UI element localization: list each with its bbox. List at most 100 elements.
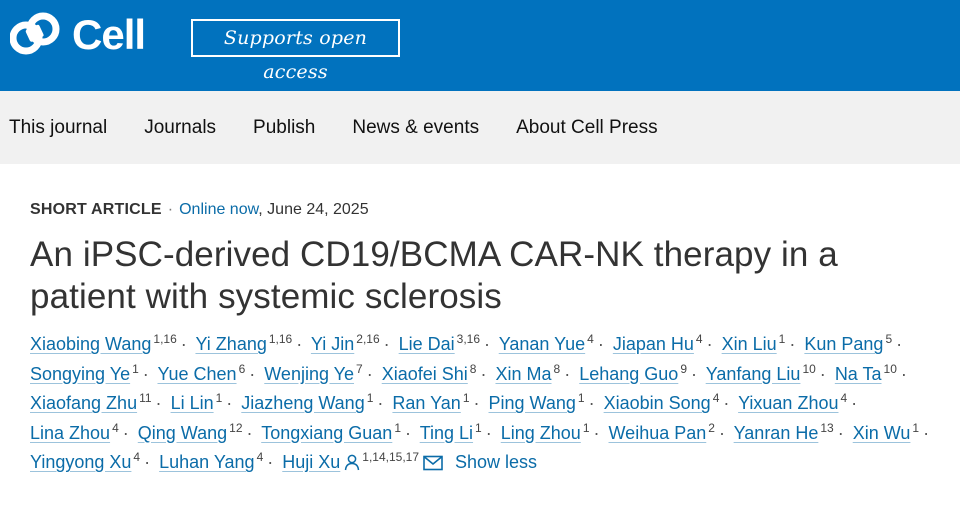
author-name-link[interactable]: Xiaofang Zhu [30, 393, 137, 413]
main-nav: This journal Journals Publish News & eve… [0, 91, 960, 164]
author-item: Xin Wu 1 [853, 420, 920, 443]
author-item: Xin Ma 8 [495, 363, 560, 384]
author-separator: · [819, 363, 826, 384]
affiliation-number: 1 [462, 391, 470, 405]
affiliation-number: 10 [883, 361, 897, 376]
author-item: Yue Chen 6 [157, 361, 246, 384]
author-item: Yanfang Liu 10 [706, 363, 816, 384]
author-item: Kun Pang 5 [804, 333, 892, 354]
author-separator: · [851, 393, 858, 413]
author-separator: · [180, 334, 187, 354]
author-name-link[interactable]: Qing Wang [138, 423, 227, 443]
author-separator: · [923, 422, 930, 443]
author-item: Xiaofei Shi 8 [382, 363, 477, 384]
affiliation-number: 1,16 [268, 332, 293, 346]
author-name-link[interactable]: Huji Xu [282, 452, 340, 472]
author-separator: · [706, 334, 713, 354]
author-item: Xiaofang Zhu 11 [30, 392, 152, 413]
author-item: Xiaobing Wang 1,16 [30, 332, 177, 354]
author-separator: · [691, 363, 697, 384]
author-item: Wenjing Ye 7 [264, 363, 362, 384]
author-separator: · [900, 363, 907, 384]
affiliation-number: 12 [229, 420, 243, 435]
author-item: Ting Li 1 [420, 420, 482, 443]
site-header: Cell Supports open access [0, 0, 960, 91]
affiliation-number: 1 [582, 420, 590, 435]
author-name-link[interactable]: Wenjing Ye [264, 364, 354, 384]
author-name-link[interactable]: Xiaobin Song [604, 393, 711, 413]
author-item: Ling Zhou 1 [501, 420, 590, 443]
author-name-link[interactable]: Yanran He [734, 423, 819, 443]
affiliation-number: 4 [256, 450, 264, 464]
author-name-link[interactable]: Xin Liu [722, 334, 777, 354]
author-name-link[interactable]: Xiaobing Wang [30, 334, 151, 354]
open-access-badge[interactable]: Supports open access [191, 19, 400, 83]
author-separator: · [473, 393, 480, 413]
author-name-link[interactable]: Yi Zhang [195, 334, 266, 354]
author-item: Lie Dai 3,16 [399, 333, 480, 354]
author-name-link[interactable]: Jiapan Hu [613, 334, 694, 354]
article-type: SHORT ARTICLE [30, 201, 162, 218]
author-name-link[interactable]: Xin Ma [495, 364, 551, 384]
author-name-link[interactable]: Na Ta [835, 364, 882, 384]
author-name-link[interactable]: Jiazheng Wang [241, 393, 364, 413]
affiliation-number: 1 [912, 420, 920, 435]
author-item: Qing Wang 12 [138, 420, 243, 443]
author-name-link[interactable]: Yingyong Xu [30, 452, 131, 472]
meta-separator: · [167, 201, 174, 218]
nav-item-about-cell-press[interactable]: About Cell Press [516, 117, 658, 139]
affiliation-number: 1 [215, 391, 223, 405]
author-item: Li Lin 1 [171, 391, 223, 413]
mail-icon[interactable] [423, 455, 443, 471]
author-name-link[interactable]: Tongxiang Guan [261, 423, 392, 443]
affiliation-number: 1 [778, 332, 786, 346]
nav-item-publish[interactable]: Publish [253, 117, 315, 139]
author-separator: · [480, 363, 487, 384]
author-name-link[interactable]: Li Lin [171, 393, 214, 413]
affiliation-number: 4 [587, 332, 594, 346]
article-meta: SHORT ARTICLE · Online now, June 24, 2025 [30, 200, 940, 220]
author-name-link[interactable]: Ping Wang [489, 393, 576, 413]
author-item: Xin Liu 1 [722, 332, 786, 354]
author-separator: · [246, 422, 253, 443]
affiliation-number: 4 [840, 391, 848, 405]
author-name-link[interactable]: Ran Yan [392, 393, 460, 413]
author-name-link[interactable]: Yue Chen [157, 364, 236, 384]
author-name-link[interactable]: Xiaofei Shi [382, 364, 468, 384]
author-name-link[interactable]: Ling Zhou [501, 423, 581, 443]
cell-logo[interactable]: Cell [10, 11, 146, 58]
author-item: Yanran He 13 [734, 422, 834, 443]
author-name-link[interactable]: Kun Pang [804, 334, 883, 354]
cell-logo-text: Cell [72, 11, 146, 58]
author-separator: · [366, 363, 373, 384]
online-now-link[interactable]: Online now [179, 201, 258, 218]
author-name-link[interactable]: Yanfang Liu [706, 364, 801, 384]
author-item: Huji Xu 1,14,15,17 Show less [282, 451, 537, 472]
show-less-link[interactable]: Show less [455, 452, 537, 472]
nav-item-news-events[interactable]: News & events [352, 117, 479, 139]
author-name-link[interactable]: Lie Dai [399, 334, 455, 354]
author-name-link[interactable]: Yanan Yue [499, 334, 585, 354]
author-name-link[interactable]: Weihua Pan [609, 423, 707, 443]
author-name-link[interactable]: Xin Wu [853, 423, 911, 443]
affiliation-number: 1,16 [153, 332, 177, 346]
affiliation-number: 6 [238, 361, 246, 376]
author-item: Songying Ye 1 [30, 363, 139, 384]
author-name-link[interactable]: Lina Zhou [30, 423, 110, 443]
affiliation-number: 2 [708, 420, 715, 435]
article-header: SHORT ARTICLE · Online now, June 24, 2025 … [0, 200, 960, 478]
author-item: Xiaobin Song 4 [604, 392, 720, 413]
author-name-link[interactable]: Yixuan Zhou [738, 393, 838, 413]
affiliation-number: 1 [475, 420, 482, 435]
nav-item-journals[interactable]: Journals [144, 117, 216, 139]
author-name-link[interactable]: Luhan Yang [159, 452, 254, 472]
author-name-link[interactable]: Ting Li [420, 423, 473, 443]
affiliation-number: 1 [366, 391, 374, 405]
author-name-link[interactable]: Songying Ye [30, 364, 130, 384]
author-name-link[interactable]: Lehang Guo [579, 364, 678, 384]
author-name-link[interactable]: Yi Jin [311, 334, 354, 354]
article-title: An iPSC-derived CD19/BCMA CAR-NK therapy… [30, 235, 838, 316]
author-separator: · [789, 334, 796, 354]
author-item: Yixuan Zhou 4 [738, 391, 848, 413]
nav-item-this-journal[interactable]: This journal [9, 117, 107, 139]
